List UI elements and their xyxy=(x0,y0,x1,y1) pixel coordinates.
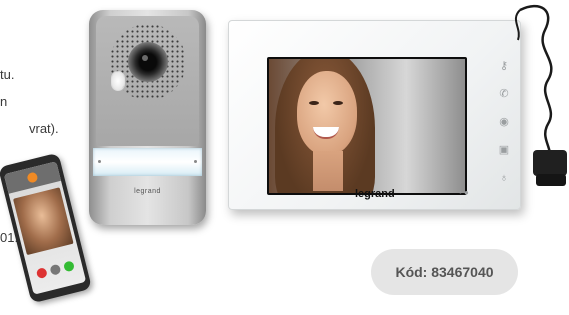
monitor-screen xyxy=(267,57,467,195)
call-button-strip xyxy=(93,148,202,176)
camera-led xyxy=(111,71,125,91)
smartphone-visitor-photo xyxy=(13,187,74,256)
monitor-brand: legrand xyxy=(355,188,395,200)
power-adapter-image xyxy=(515,4,567,186)
visitor-neck xyxy=(313,151,343,191)
door-station-image: legrand xyxy=(89,10,206,225)
mute-icon xyxy=(49,263,62,276)
video-monitor-image: ⚷ ✆ ◉ ▣ ♁ legrand ◦ ● xyxy=(228,20,521,210)
visitor-photo xyxy=(269,59,465,193)
description-text-line-2: n xyxy=(0,94,8,109)
door-station-panel xyxy=(96,16,199,146)
wifi-icon: ◦ ● xyxy=(459,188,469,197)
product-code-badge: Kód: 83467040 xyxy=(371,249,518,295)
description-text-line-1: tu. xyxy=(0,67,15,82)
answer-icon xyxy=(62,260,76,273)
camera-lens-icon xyxy=(128,42,168,82)
visitor-face xyxy=(297,71,357,155)
door-station-brand: legrand xyxy=(134,188,161,195)
smartphone-screen xyxy=(3,161,87,295)
smartphone-image xyxy=(0,152,93,304)
app-icon xyxy=(26,171,39,184)
hangup-icon xyxy=(35,267,48,280)
description-text-line-3: vrat). xyxy=(29,121,59,136)
